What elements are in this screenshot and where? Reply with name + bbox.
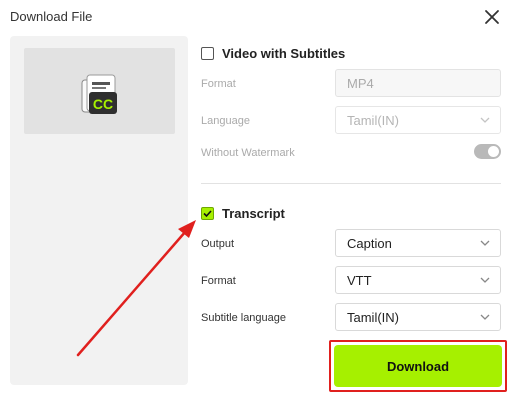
transcript-label: Transcript (222, 206, 285, 221)
close-icon (485, 10, 499, 24)
chevron-down-icon (480, 117, 490, 123)
transcript-format-select[interactable]: VTT (335, 266, 501, 294)
output-value: Caption (347, 235, 392, 251)
watermark-toggle[interactable] (474, 144, 501, 159)
output-select[interactable]: Caption (335, 229, 501, 257)
video-format-field: MP4 (335, 69, 501, 97)
preview-thumbnail: CC (24, 48, 175, 134)
transcript-checkbox[interactable] (201, 207, 214, 220)
toggle-knob (488, 146, 499, 157)
video-subtitles-label: Video with Subtitles (222, 46, 346, 61)
section-divider (201, 183, 501, 184)
video-language-select: Tamil(IN) (335, 106, 501, 134)
preview-panel: CC (10, 36, 188, 385)
chevron-down-icon (480, 314, 490, 320)
subtitle-language-select[interactable]: Tamil(IN) (335, 303, 501, 331)
video-format-value: MP4 (347, 75, 374, 91)
video-subtitles-option[interactable]: Video with Subtitles (201, 46, 345, 61)
video-language-value: Tamil(IN) (347, 112, 399, 128)
transcript-format-value: VTT (347, 272, 372, 288)
chevron-down-icon (480, 277, 490, 283)
video-language-label: Language (201, 115, 250, 127)
cc-icon-text: CC (93, 96, 113, 112)
close-button[interactable] (481, 6, 503, 28)
subtitle-language-value: Tamil(IN) (347, 309, 399, 325)
transcript-option[interactable]: Transcript (201, 206, 285, 221)
chevron-down-icon (480, 240, 490, 246)
video-format-label: Format (201, 78, 236, 90)
cc-subtitle-icon: CC (81, 74, 117, 114)
download-button[interactable]: Download (334, 345, 502, 387)
output-label: Output (201, 238, 235, 250)
watermark-label: Without Watermark (201, 147, 295, 159)
video-subtitles-checkbox[interactable] (201, 47, 214, 60)
subtitle-language-label: Subtitle language (201, 312, 287, 324)
transcript-format-label: Format (201, 275, 236, 287)
dialog-title: Download File (10, 9, 93, 24)
checkmark-icon (203, 210, 212, 218)
